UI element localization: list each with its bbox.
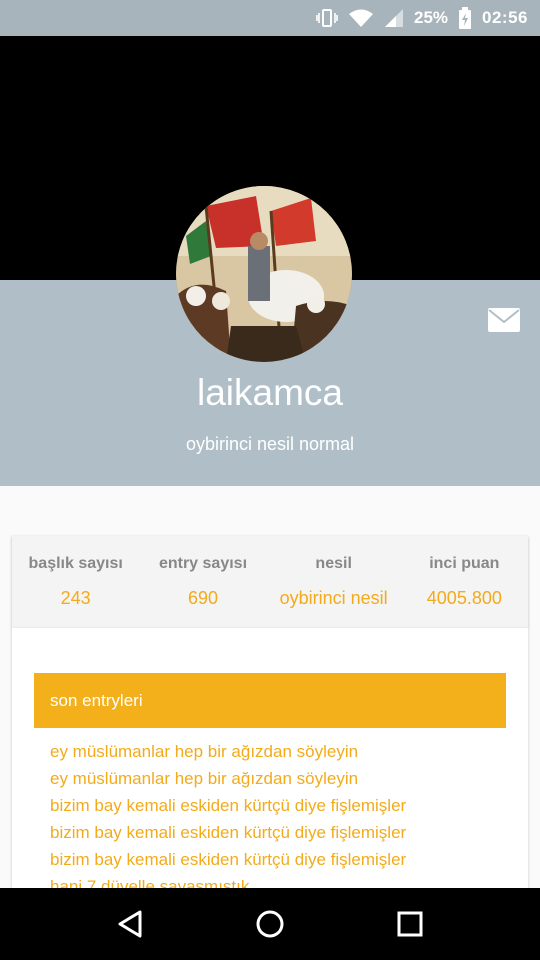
username: laikamca [197, 372, 343, 413]
signal-icon [384, 8, 404, 28]
stat-label: nesil [315, 555, 352, 572]
home-icon[interactable] [240, 894, 300, 954]
stat-entries[interactable]: entry sayısı 690 [139, 536, 266, 628]
stat-label: entry sayısı [158, 555, 248, 572]
mail-icon[interactable] [488, 308, 520, 332]
stats-card: başlık sayısı 243 entry sayısı 690 nesil… [12, 536, 528, 628]
battery-charging-icon [458, 7, 472, 29]
entry-link[interactable]: bizim bay kemali eskiden kürtçü diye fiş… [34, 846, 506, 873]
stat-label: başlık sayısı [28, 555, 123, 572]
stat-value: 4005.800 [426, 588, 502, 608]
battery-percent: 25% [413, 8, 449, 27]
stat-points[interactable]: inci puan 4005.800 [401, 536, 528, 628]
generation-title: oybirinci nesil normal [185, 434, 355, 454]
back-icon[interactable] [100, 894, 160, 954]
entry-link[interactable]: ey müslümanlar hep bir ağızdan söyleyin [34, 738, 506, 765]
entry-link[interactable]: bizim bay kemali eskiden kürtçü diye fiş… [34, 792, 506, 819]
entry-link[interactable]: ey müslümanlar hep bir ağızdan söyleyin [34, 765, 506, 792]
recents-icon[interactable] [380, 894, 440, 954]
stat-value: 243 [60, 588, 91, 608]
recent-entries-card: son entryleri ey müslümanlar hep bir ağı… [12, 628, 528, 888]
stat-value: oybirinci nesil [279, 588, 388, 608]
entry-link[interactable]: hani 7 düvelle savaşmıştık [34, 873, 506, 888]
entry-link[interactable]: bizim bay kemali eskiden kürtçü diye fiş… [34, 819, 506, 846]
recent-entries-list: ey müslümanlar hep bir ağızdan söyleyin … [34, 728, 506, 888]
stat-titles[interactable]: başlık sayısı 243 [12, 536, 139, 628]
stat-value: 690 [187, 588, 219, 608]
stat-generation[interactable]: nesil oybirinci nesil [267, 536, 401, 628]
wifi-icon [348, 8, 374, 28]
status-time: 02:56 [482, 8, 528, 27]
navigation-bar [0, 888, 540, 960]
stat-label: inci puan [429, 555, 500, 572]
recent-entries-header: son entryleri [34, 673, 506, 728]
profile-avatar[interactable] [176, 186, 352, 362]
vibrate-icon [316, 8, 338, 28]
status-bar: 25% 02:56 [0, 0, 540, 36]
